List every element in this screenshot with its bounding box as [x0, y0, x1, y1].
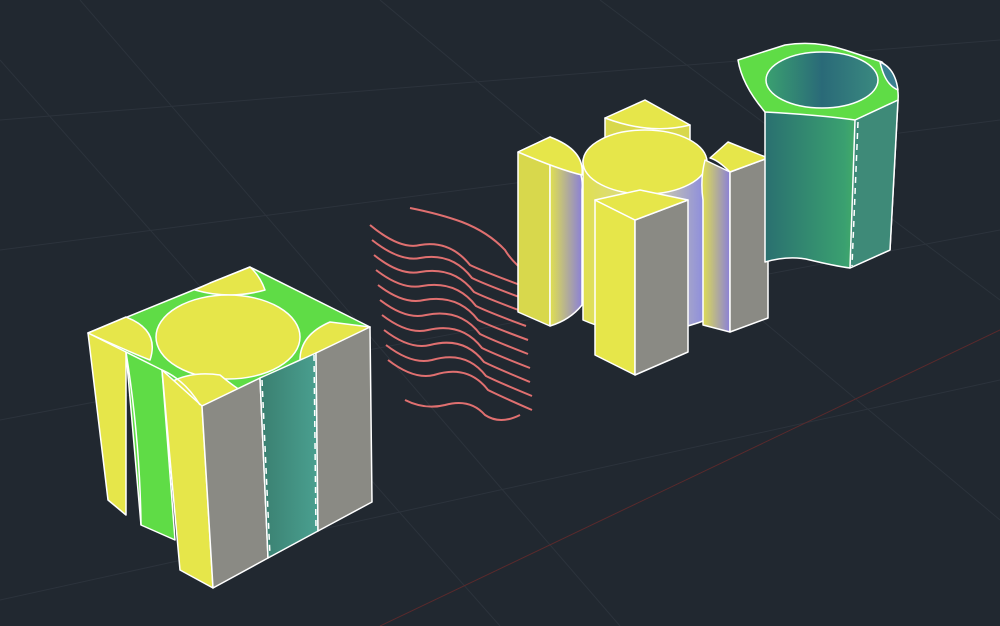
- cube-left-stripe-1: [87, 332, 127, 516]
- sweep-curve: [404, 399, 521, 421]
- right-segment-piece[interactable]: [701, 141, 769, 333]
- right-segment-front: [729, 157, 769, 333]
- cad-3d-viewport[interactable]: [0, 0, 1000, 626]
- front-segment-left: [594, 199, 636, 376]
- cube-top-corner-back: [194, 266, 266, 296]
- front-segment-piece[interactable]: [594, 189, 689, 376]
- left-segment-front: [517, 136, 551, 327]
- right-segment-curve-face: [701, 159, 731, 333]
- central-cylinder-top: [582, 129, 708, 195]
- front-segment-right: [634, 199, 689, 376]
- model-space-canvas[interactable]: [0, 0, 1000, 626]
- x-axis-line: [379, 329, 1000, 626]
- sweep-curve: [385, 344, 533, 397]
- swept-surface-curves[interactable]: [369, 207, 533, 421]
- cube-front-stripe-gray-2: [315, 326, 373, 532]
- composite-cube-solid[interactable]: [87, 266, 373, 589]
- cube-front-stripe-gray-1: [201, 377, 269, 589]
- sweep-curve: [369, 224, 521, 286]
- exploded-cylinder-solids[interactable]: [517, 99, 769, 376]
- hollow-cylinder-inner-opening: [765, 51, 879, 109]
- cube-top-center-disc: [155, 294, 301, 380]
- left-segment-piece[interactable]: [517, 136, 583, 327]
